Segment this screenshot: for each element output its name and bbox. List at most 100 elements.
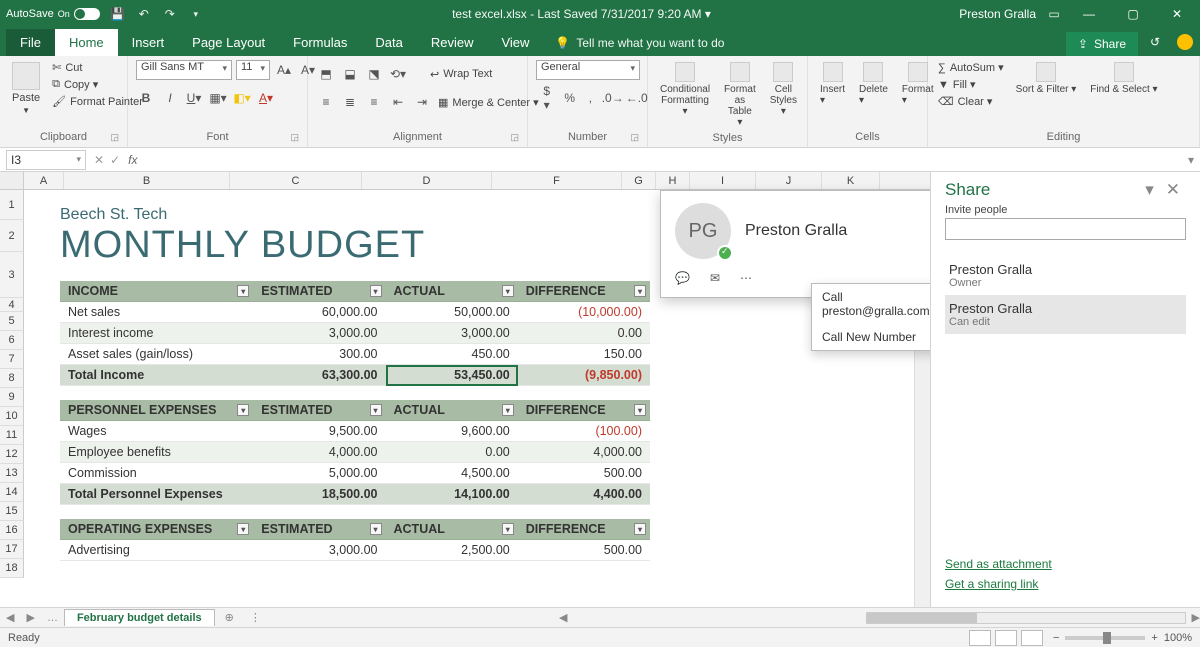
autosum-button[interactable]: ∑AutoSum ▾: [936, 60, 1006, 75]
sheet-tab[interactable]: February budget details: [64, 609, 215, 626]
column-header[interactable]: B: [64, 172, 230, 189]
row-header[interactable]: 8: [0, 369, 24, 388]
row-header[interactable]: 13: [0, 464, 24, 483]
decrease-indent-icon[interactable]: ⇤: [388, 92, 408, 112]
font-dialog-icon[interactable]: ◲: [290, 132, 299, 143]
tab-file[interactable]: File: [6, 29, 55, 56]
alignment-dialog-icon[interactable]: ◲: [510, 132, 519, 143]
fx-icon[interactable]: fx: [120, 153, 145, 167]
table-row[interactable]: Employee benefits4,000.000.004,000.00: [60, 442, 650, 463]
row-header[interactable]: 14: [0, 483, 24, 502]
row-header[interactable]: 17: [0, 540, 24, 559]
invite-people-input[interactable]: [945, 218, 1186, 240]
new-sheet-icon[interactable]: ⊕: [215, 611, 244, 624]
conditional-formatting-button[interactable]: Conditional Formatting ▾: [656, 60, 714, 119]
share-person[interactable]: Preston GrallaCan edit: [945, 295, 1186, 334]
tab-view[interactable]: View: [487, 29, 543, 56]
horizontal-scrollbar[interactable]: ⋮ ◀ ▶: [244, 611, 1200, 624]
row-header[interactable]: 1: [0, 190, 24, 220]
tab-formulas[interactable]: Formulas: [279, 29, 361, 56]
number-format-select[interactable]: General: [536, 60, 640, 80]
formula-input[interactable]: [145, 150, 1182, 170]
decrease-decimal-icon[interactable]: ←.0: [627, 88, 647, 108]
minimize-button[interactable]: —: [1072, 0, 1106, 28]
ribbon-display-icon[interactable]: ▭: [1046, 6, 1062, 22]
row-header[interactable]: 3: [0, 252, 24, 298]
filter-icon[interactable]: ▾: [502, 404, 514, 416]
border-button[interactable]: ▦▾: [208, 88, 228, 108]
tab-review[interactable]: Review: [417, 29, 488, 56]
page-layout-view-icon[interactable]: [995, 630, 1017, 646]
history-icon[interactable]: ↺: [1140, 28, 1170, 56]
maximize-button[interactable]: ▢: [1116, 0, 1150, 28]
col-estimated[interactable]: ESTIMATED▾: [253, 281, 385, 302]
column-header[interactable]: A: [24, 172, 64, 189]
row-header[interactable]: 12: [0, 445, 24, 464]
underline-button[interactable]: U▾: [184, 88, 204, 108]
document-title[interactable]: test excel.xlsx - Last Saved 7/31/2017 9…: [204, 7, 960, 21]
row-header[interactable]: 15: [0, 502, 24, 521]
tab-insert[interactable]: Insert: [118, 29, 179, 56]
tab-scroll-left-icon[interactable]: ◀: [0, 611, 20, 624]
insert-cells-button[interactable]: Insert ▾: [816, 60, 849, 108]
filter-icon[interactable]: ▾: [370, 404, 382, 416]
number-dialog-icon[interactable]: ◲: [630, 132, 639, 143]
zoom-out-icon[interactable]: −: [1053, 632, 1059, 644]
filter-icon[interactable]: ▾: [634, 404, 646, 416]
format-as-table-button[interactable]: Format as Table ▾: [720, 60, 760, 130]
close-button[interactable]: ✕: [1160, 0, 1194, 28]
tab-data[interactable]: Data: [361, 29, 416, 56]
align-middle-icon[interactable]: ⬓: [340, 64, 360, 84]
fill-color-button[interactable]: ◧▾: [232, 88, 252, 108]
find-select-button[interactable]: Find & Select ▾: [1086, 60, 1161, 97]
tab-home[interactable]: Home: [55, 29, 118, 56]
bold-button[interactable]: B: [136, 88, 156, 108]
table-row[interactable]: Commission5,000.004,500.00500.00: [60, 463, 650, 484]
select-all-corner[interactable]: [0, 172, 24, 189]
qat-customize-icon[interactable]: ▾: [188, 6, 204, 22]
paste-button[interactable]: Paste▼: [8, 60, 44, 117]
fill-button[interactable]: ▼Fill ▾: [936, 77, 1006, 92]
column-header[interactable]: C: [230, 172, 362, 189]
filter-icon[interactable]: ▾: [370, 285, 382, 297]
filter-icon[interactable]: ▾: [634, 285, 646, 297]
normal-view-icon[interactable]: [969, 630, 991, 646]
italic-button[interactable]: I: [160, 88, 180, 108]
call-email-item[interactable]: Call preston@gralla.com: [812, 284, 930, 324]
font-color-button[interactable]: A▾: [256, 88, 276, 108]
align-top-icon[interactable]: ⬒: [316, 64, 336, 84]
zoom-in-icon[interactable]: +: [1151, 632, 1157, 644]
row-header[interactable]: 18: [0, 559, 24, 578]
row-header[interactable]: 2: [0, 220, 24, 252]
table-row[interactable]: Asset sales (gain/loss)300.00450.00150.0…: [60, 344, 650, 365]
table-row[interactable]: Advertising3,000.002,500.00500.00: [60, 540, 650, 561]
col-difference[interactable]: DIFFERENCE▾: [518, 281, 650, 302]
wrap-text-button[interactable]: ↩Wrap Text: [428, 64, 494, 84]
clear-button[interactable]: ⌫Clear ▾: [936, 94, 1006, 109]
save-icon[interactable]: 💾: [110, 6, 126, 22]
row-header[interactable]: 4: [0, 298, 24, 312]
zoom-slider[interactable]: [1065, 636, 1145, 640]
cell-styles-button[interactable]: Cell Styles ▾: [766, 60, 801, 119]
font-family-select[interactable]: Gill Sans MT: [136, 60, 232, 80]
align-center-icon[interactable]: ≣: [340, 92, 360, 112]
merge-center-button[interactable]: ▦Merge & Center ▾: [436, 92, 541, 112]
share-button[interactable]: ⇪ Share: [1066, 32, 1138, 56]
table-total-row[interactable]: Total Income63,300.0053,450.00(9,850.00): [60, 365, 650, 386]
filter-icon[interactable]: ▾: [634, 523, 646, 535]
table-row[interactable]: Wages9,500.009,600.00(100.00): [60, 421, 650, 442]
send-as-attachment-link[interactable]: Send as attachment: [945, 557, 1186, 571]
clipboard-dialog-icon[interactable]: ◲: [110, 132, 119, 143]
col-actual[interactable]: ACTUAL▾: [386, 281, 518, 302]
align-left-icon[interactable]: ≡: [316, 92, 336, 112]
table-total-row[interactable]: Total Personnel Expenses18,500.0014,100.…: [60, 484, 650, 505]
name-box[interactable]: I3: [6, 150, 86, 170]
row-header[interactable]: 5: [0, 312, 24, 331]
row-header[interactable]: 11: [0, 426, 24, 445]
col-income[interactable]: INCOME▾: [60, 281, 253, 302]
column-header[interactable]: I: [690, 172, 756, 189]
column-header[interactable]: H: [656, 172, 690, 189]
enter-formula-icon[interactable]: ✓: [110, 153, 120, 167]
tab-page-layout[interactable]: Page Layout: [178, 29, 279, 56]
mail-icon[interactable]: ✉: [710, 271, 720, 285]
